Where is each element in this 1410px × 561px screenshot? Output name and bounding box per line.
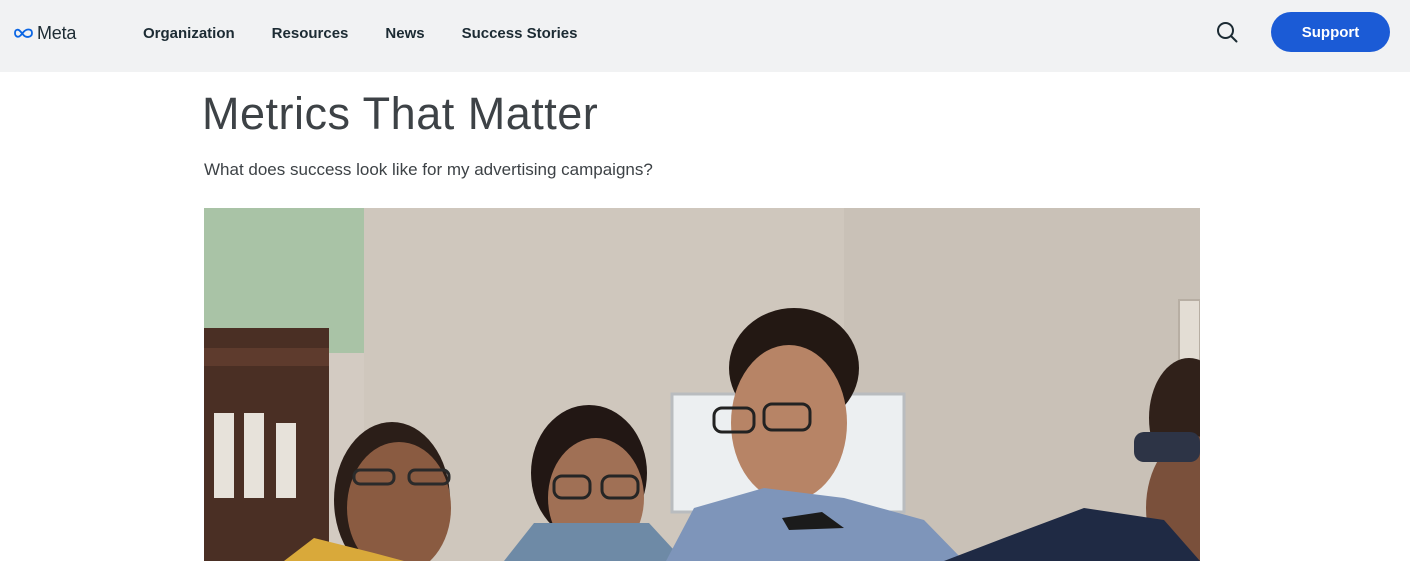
page-subtitle: What does success look like for my adver… xyxy=(204,160,653,179)
meta-infinity-icon xyxy=(14,28,33,38)
nav-item-organization[interactable]: Organization xyxy=(143,25,235,42)
nav-item-success-stories[interactable]: Success Stories xyxy=(462,25,578,42)
nav-item-resources[interactable]: Resources xyxy=(272,25,349,42)
support-button[interactable]: Support xyxy=(1271,12,1390,52)
nav-item-news[interactable]: News xyxy=(385,25,424,42)
main-nav: Organization Resources News Success Stor… xyxy=(143,23,577,43)
search-icon[interactable] xyxy=(1215,20,1239,44)
top-navigation-bar: Meta Organization Resources News Success… xyxy=(0,0,1410,72)
logo-wordmark: Meta xyxy=(37,22,77,43)
meta-logo[interactable]: Meta xyxy=(13,22,76,44)
hero-photo xyxy=(204,208,1200,561)
page-title: Metrics That Matter xyxy=(202,88,599,139)
